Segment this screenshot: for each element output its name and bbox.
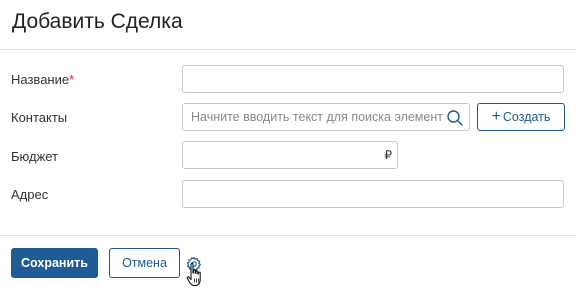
search-icon[interactable] [446, 109, 464, 127]
currency-symbol: ₽ [384, 148, 392, 162]
contacts-search-input[interactable] [183, 104, 469, 130]
address-label: Адрес [11, 187, 49, 202]
name-label-text: Название [11, 72, 70, 87]
footer-divider [0, 235, 576, 236]
budget-field[interactable]: ₽ [182, 141, 398, 169]
create-label: Создать [502, 110, 551, 124]
name-input[interactable] [183, 66, 563, 92]
name-field[interactable] [182, 65, 564, 93]
contacts-field[interactable] [182, 103, 470, 131]
plus-icon: + [491, 107, 501, 125]
address-input[interactable] [183, 181, 563, 207]
budget-input[interactable] [183, 142, 397, 168]
create-contact-button[interactable]: + Создать [477, 103, 565, 131]
contacts-label: Контакты [11, 110, 68, 125]
name-label: Название* [11, 72, 74, 87]
hand-cursor-icon [186, 262, 201, 287]
dialog-header: Добавить Сделка [0, 0, 576, 50]
budget-label: Бюджет [11, 149, 59, 164]
cancel-button[interactable]: Отмена [109, 248, 180, 278]
address-field[interactable] [182, 180, 564, 208]
dialog-title: Добавить Сделка [12, 10, 183, 33]
save-button[interactable]: Сохранить [11, 248, 98, 278]
required-mark: * [69, 72, 75, 87]
